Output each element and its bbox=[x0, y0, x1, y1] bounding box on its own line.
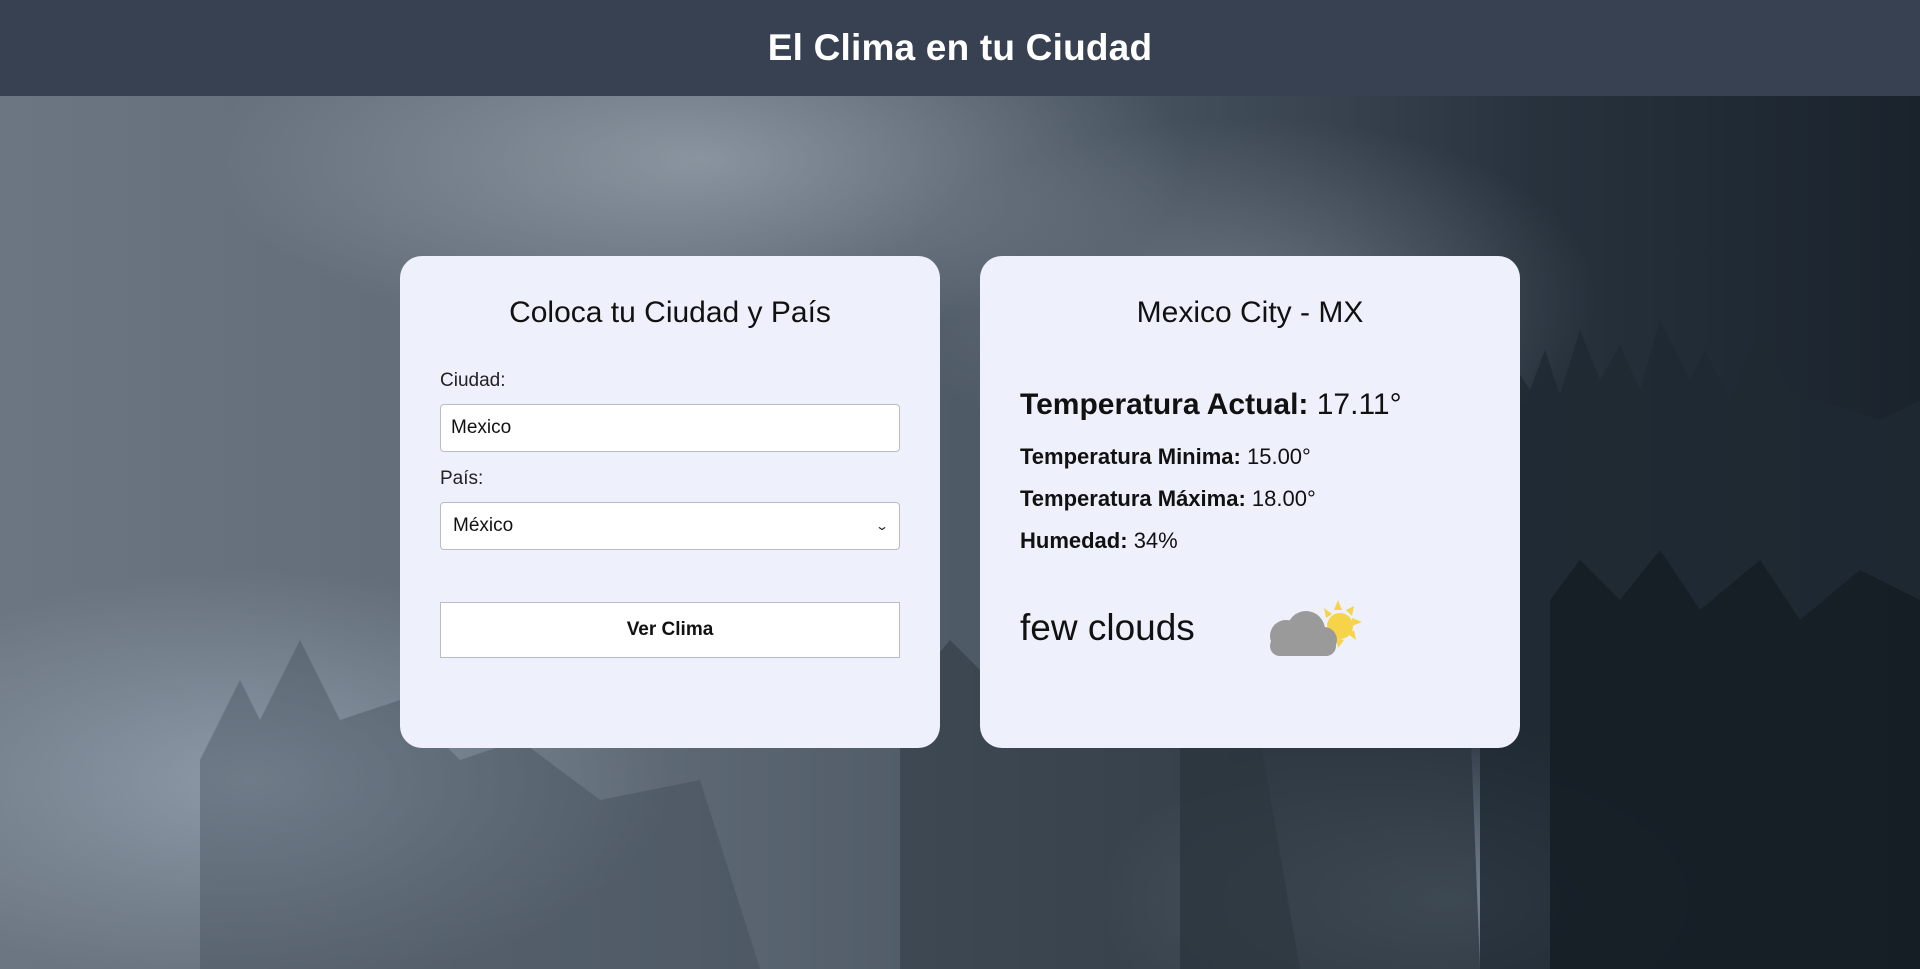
app-header: El Clima en tu Ciudad bbox=[0, 0, 1920, 96]
weather-description-row: few clouds bbox=[1020, 598, 1480, 658]
current-temperature-value: 17.11° bbox=[1316, 388, 1402, 421]
min-temperature: Temperatura Minima: 15.00° bbox=[1020, 444, 1480, 470]
max-temperature-label: Temperatura Máxima: bbox=[1020, 486, 1246, 511]
current-temperature: Temperatura Actual: 17.11° bbox=[1020, 388, 1480, 422]
forest-background bbox=[200, 320, 1920, 969]
chevron-down-icon: ⌄ bbox=[874, 519, 890, 533]
min-temperature-value: 15.00° bbox=[1246, 444, 1311, 469]
humidity: Humedad: 34% bbox=[1020, 528, 1480, 554]
form-title: Coloca tu Ciudad y País bbox=[509, 296, 831, 329]
submit-button[interactable]: Ver Clima bbox=[440, 602, 900, 658]
few-clouds-icon bbox=[1270, 600, 1362, 656]
weather-description: few clouds bbox=[1020, 607, 1195, 648]
submit-button-label: Ver Clima bbox=[626, 619, 714, 640]
country-label: País: bbox=[440, 468, 484, 489]
location-title: Mexico City - MX bbox=[1136, 296, 1364, 329]
max-temperature-value: 18.00° bbox=[1251, 486, 1316, 511]
city-input-value: Mexico bbox=[451, 417, 512, 438]
country-select[interactable]: México ⌄ bbox=[440, 502, 900, 550]
search-form-card: Coloca tu Ciudad y País Ciudad: Mexico P… bbox=[400, 256, 940, 748]
weather-result-card: Mexico City - MX Temperatura Actual: 17.… bbox=[980, 256, 1520, 748]
app-title: El Clima en tu Ciudad bbox=[767, 27, 1153, 68]
humidity-value: 34% bbox=[1133, 528, 1178, 553]
max-temperature: Temperatura Máxima: 18.00° bbox=[1020, 486, 1480, 512]
min-temperature-label: Temperatura Minima: bbox=[1020, 444, 1241, 469]
current-temperature-label: Temperatura Actual: bbox=[1020, 388, 1309, 421]
city-input[interactable]: Mexico bbox=[440, 404, 900, 452]
country-select-value: México bbox=[453, 515, 514, 536]
city-label: Ciudad: bbox=[440, 370, 506, 391]
humidity-label: Humedad: bbox=[1020, 528, 1128, 553]
